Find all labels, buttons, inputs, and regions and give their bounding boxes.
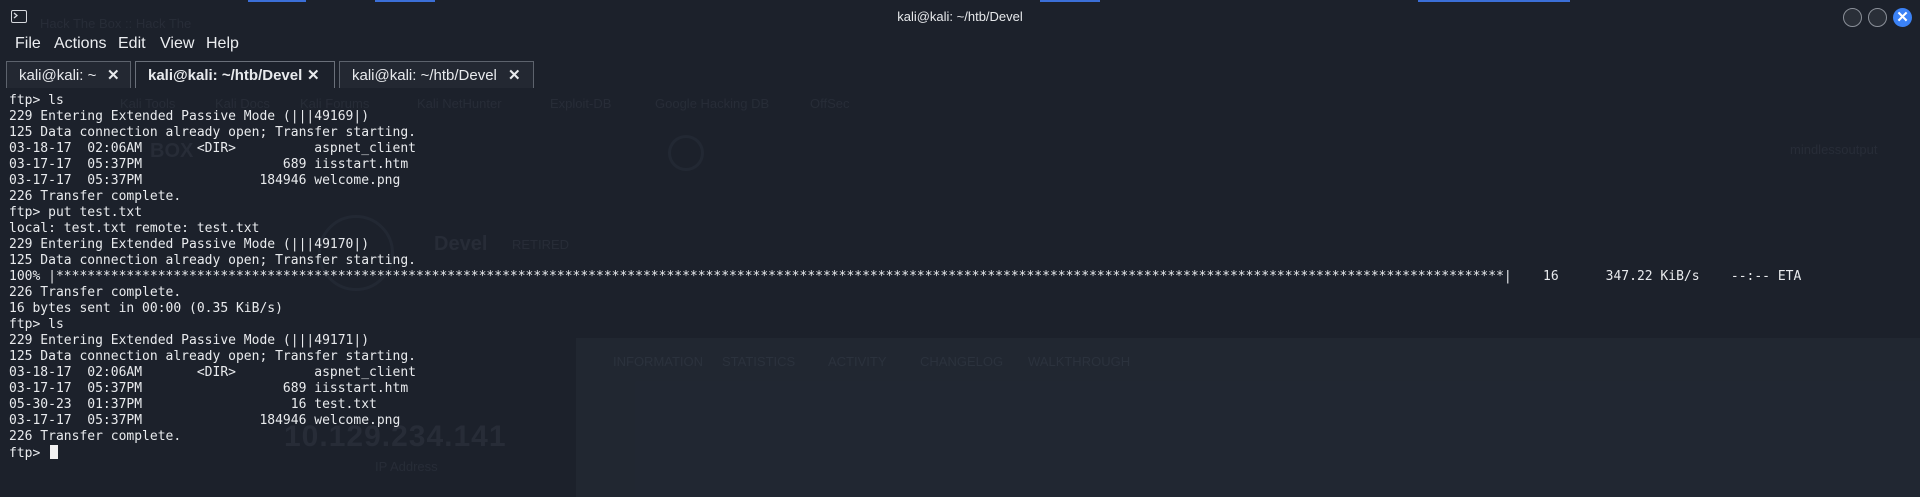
tab-close-icon[interactable]: ✕ [508,66,521,84]
terminal-line: 229 Entering Extended Passive Mode (|||4… [9,237,370,252]
terminal-cursor [50,445,59,459]
terminal-line: 226 Transfer complete. [9,429,182,444]
menu-edit[interactable]: Edit [118,35,146,53]
tab-close-icon[interactable]: ✕ [307,66,320,84]
minimize-button[interactable] [1843,8,1862,27]
terminal-line: 03-17-17 05:37PM 689 iisstart.htm [9,381,409,396]
terminal-line: ftp> ls [9,317,64,332]
tab-home[interactable]: kali@kali: ~ ✕ [6,61,131,88]
terminal-line: 03-17-17 05:37PM 689 iisstart.htm [9,157,409,172]
title-bar: kali@kali: ~/htb/Devel ✕ [0,0,1920,34]
menu-bar: File Actions Edit View Help [0,34,1920,58]
tab-label: kali@kali: ~/htb/Devel [148,67,303,84]
menu-view[interactable]: View [160,35,194,53]
tab-close-icon[interactable]: ✕ [107,66,120,84]
window-title: kali@kali: ~/htb/Devel [897,9,1023,24]
tab-label: kali@kali: ~/htb/Devel [352,67,497,84]
terminal-line: 03-17-17 05:37PM 184946 welcome.png [9,173,401,188]
terminal-prompt-line[interactable]: ftp> [9,445,59,461]
menu-actions[interactable]: Actions [54,35,106,53]
terminal-line: 226 Transfer complete. [9,189,182,204]
maximize-button[interactable] [1868,8,1887,27]
tab-devel-active[interactable]: kali@kali: ~/htb/Devel ✕ [135,61,335,88]
tab-label: kali@kali: ~ [19,67,97,84]
terminal-line: ftp> ls [9,93,64,108]
terminal-line: 125 Data connection already open; Transf… [9,125,416,140]
terminal-line: 229 Entering Extended Passive Mode (|||4… [9,109,370,124]
tab-bar: kali@kali: ~ ✕ kali@kali: ~/htb/Devel ✕ … [0,60,1920,91]
terminal-line: 229 Entering Extended Passive Mode (|||4… [9,333,370,348]
terminal-line: 16 bytes sent in 00:00 (0.35 KiB/s) [9,301,283,316]
terminal-line: ftp> put test.txt [9,205,143,220]
close-window-button[interactable]: ✕ [1893,8,1912,27]
terminal-window: Hack The Box :: Hack The Kali Tools Kali… [0,0,1920,497]
terminal-line: 226 Transfer complete. [9,285,182,300]
terminal-progress-line: 100% |**********************************… [9,269,1802,284]
terminal-line: 03-18-17 02:06AM <DIR> aspnet_client [9,365,416,380]
terminal-line: 125 Data connection already open; Transf… [9,253,416,268]
terminal-line: 03-17-17 05:37PM 184946 welcome.png [9,413,401,428]
terminal-line: local: test.txt remote: test.txt [9,221,260,236]
menu-file[interactable]: File [15,35,41,53]
terminal-line: 05-30-23 01:37PM 16 test.txt [9,397,377,412]
menu-help[interactable]: Help [206,35,239,53]
terminal-line: 125 Data connection already open; Transf… [9,349,416,364]
tab-devel[interactable]: kali@kali: ~/htb/Devel ✕ [339,61,534,88]
terminal-output[interactable]: ftp> ls 229 Entering Extended Passive Mo… [0,93,1920,497]
terminal-line: 03-18-17 02:06AM <DIR> aspnet_client [9,141,416,156]
close-icon: ✕ [1896,9,1909,26]
terminal-prompt: ftp> [9,446,49,461]
